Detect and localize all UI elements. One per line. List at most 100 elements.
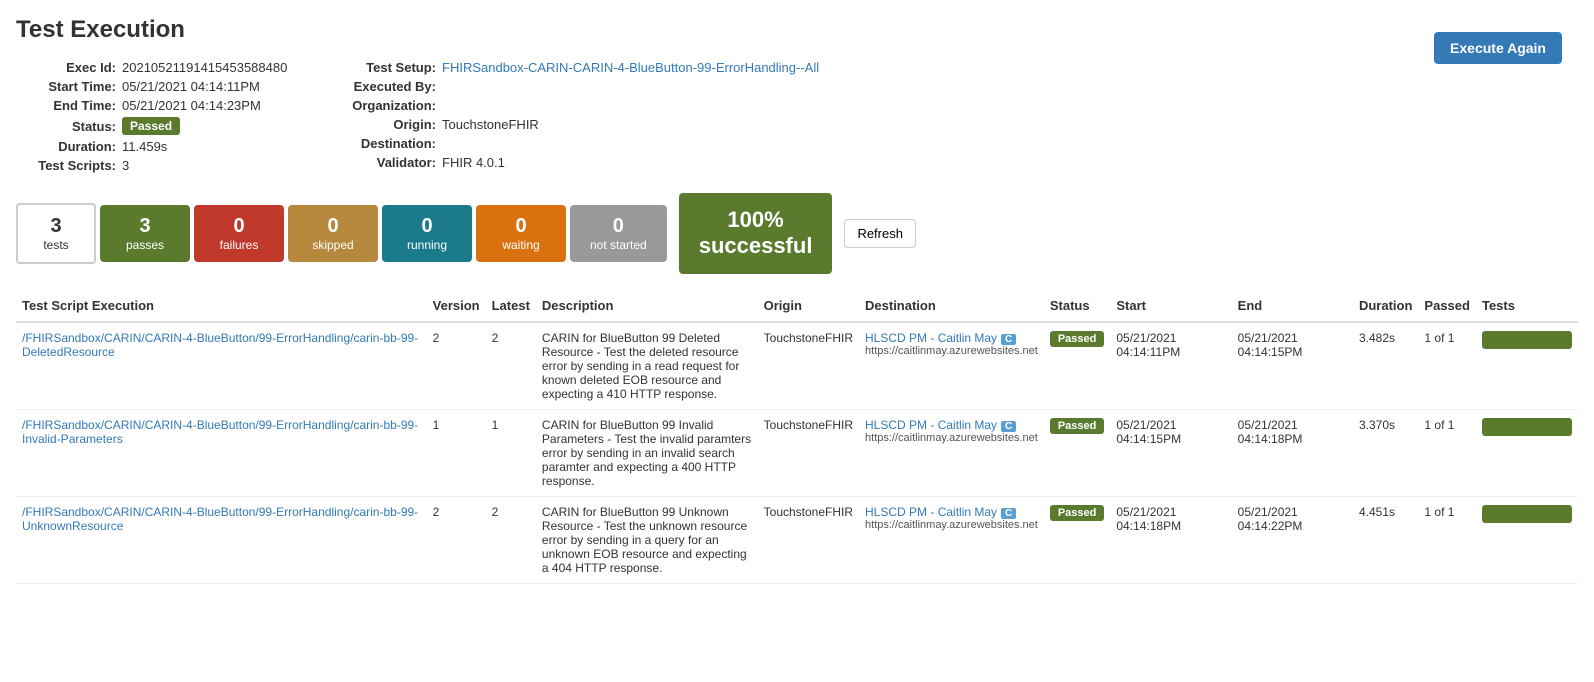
col-origin: Origin xyxy=(758,290,859,322)
total-tests-box: 3 tests xyxy=(16,203,96,264)
passed-cell: 1 of 1 xyxy=(1418,409,1476,496)
end-cell: 05/21/2021 04:14:15PM xyxy=(1232,322,1353,410)
version-cell: 2 xyxy=(427,322,486,410)
total-tests-num: 3 xyxy=(38,215,74,238)
col-status: Status xyxy=(1044,290,1111,322)
status-cell: Passed xyxy=(1044,409,1111,496)
destination-cell: HLSCD PM - Caitlin May Chttps://caitlinma… xyxy=(859,409,1044,496)
skipped-box: 0 skipped xyxy=(288,205,378,262)
destination-label: Destination: xyxy=(336,136,436,151)
col-start: Start xyxy=(1110,290,1231,322)
c-badge: C xyxy=(1001,508,1016,519)
failures-num: 0 xyxy=(214,215,264,238)
organization-label: Organization: xyxy=(336,98,436,113)
col-destination: Destination xyxy=(859,290,1044,322)
latest-cell: 2 xyxy=(486,496,536,583)
destination-link[interactable]: HLSCD PM - Caitlin May xyxy=(865,505,997,519)
version-cell: 1 xyxy=(427,409,486,496)
destination-url: https://caitlinmay.azurewebsites.net xyxy=(865,432,1038,444)
col-latest: Latest xyxy=(486,290,536,322)
c-badge: C xyxy=(1001,334,1016,345)
start-cell: 05/21/2021 04:14:15PM xyxy=(1110,409,1231,496)
status-badge: Passed xyxy=(1050,505,1105,521)
waiting-num: 0 xyxy=(496,215,546,238)
duration-label: Duration: xyxy=(16,139,116,154)
tests-cell xyxy=(1476,322,1578,410)
col-description: Description xyxy=(536,290,758,322)
running-num: 0 xyxy=(402,215,452,238)
progress-bar-fill xyxy=(1482,418,1572,436)
destination-link[interactable]: HLSCD PM - Caitlin May xyxy=(865,331,997,345)
table-row: /FHIRSandbox/CARIN/CARIN-4-BlueButton/99… xyxy=(16,496,1578,583)
exec-id-value: 20210521191415453588480 xyxy=(122,60,287,75)
origin-cell: TouchstoneFHIR xyxy=(758,496,859,583)
end-time-value: 05/21/2021 04:14:23PM xyxy=(122,98,261,113)
success-pct: 100% xyxy=(699,207,813,233)
table-header-row: Test Script Execution Version Latest Des… xyxy=(16,290,1578,322)
passed-cell: 1 of 1 xyxy=(1418,496,1476,583)
status-cell: Passed xyxy=(1044,496,1111,583)
duration-cell: 4.451s xyxy=(1353,496,1418,583)
status-cell: Passed xyxy=(1044,322,1111,410)
test-scripts-value: 3 xyxy=(122,158,129,173)
not-started-num: 0 xyxy=(590,215,647,238)
col-script: Test Script Execution xyxy=(16,290,427,322)
status-badge: Passed xyxy=(1050,331,1105,347)
meta-right-section: Test Setup: FHIRSandbox-CARIN-CARIN-4-Bl… xyxy=(336,60,819,173)
not-started-box: 0 not started xyxy=(570,205,667,262)
description-cell: CARIN for BlueButton 99 Unknown Resource… xyxy=(536,496,758,583)
origin-label: Origin: xyxy=(336,117,436,132)
destination-cell: HLSCD PM - Caitlin May Chttps://caitlinma… xyxy=(859,322,1044,410)
end-cell: 05/21/2021 04:14:18PM xyxy=(1232,409,1353,496)
destination-url: https://caitlinmay.azurewebsites.net xyxy=(865,345,1038,357)
destination-link[interactable]: HLSCD PM - Caitlin May xyxy=(865,418,997,432)
destination-url: https://caitlinmay.azurewebsites.net xyxy=(865,519,1038,531)
progress-bar-fill xyxy=(1482,505,1572,523)
success-label: successful xyxy=(699,233,813,259)
start-cell: 05/21/2021 04:14:18PM xyxy=(1110,496,1231,583)
running-box: 0 running xyxy=(382,205,472,262)
duration-value: 11.459s xyxy=(122,139,167,154)
executed-by-label: Executed By: xyxy=(336,79,436,94)
col-tests: Tests xyxy=(1476,290,1578,322)
passed-cell: 1 of 1 xyxy=(1418,322,1476,410)
skipped-num: 0 xyxy=(308,215,358,238)
progress-bar-container xyxy=(1482,331,1572,349)
duration-cell: 3.370s xyxy=(1353,409,1418,496)
tests-cell xyxy=(1476,496,1578,583)
execute-again-button[interactable]: Execute Again xyxy=(1434,32,1562,64)
refresh-button[interactable]: Refresh xyxy=(844,219,916,248)
page-title: Test Execution xyxy=(16,16,185,44)
validator-label: Validator: xyxy=(336,155,436,170)
waiting-label: waiting xyxy=(496,238,546,252)
start-cell: 05/21/2021 04:14:11PM xyxy=(1110,322,1231,410)
script-link[interactable]: /FHIRSandbox/CARIN/CARIN-4-BlueButton/99… xyxy=(22,418,418,446)
not-started-label: not started xyxy=(590,238,647,252)
total-tests-label: tests xyxy=(38,238,74,252)
table-row: /FHIRSandbox/CARIN/CARIN-4-BlueButton/99… xyxy=(16,409,1578,496)
latest-cell: 2 xyxy=(486,322,536,410)
success-box: 100% successful xyxy=(679,193,833,274)
skipped-label: skipped xyxy=(308,238,358,252)
end-time-label: End Time: xyxy=(16,98,116,113)
description-cell: CARIN for BlueButton 99 Deleted Resource… xyxy=(536,322,758,410)
col-version: Version xyxy=(427,290,486,322)
destination-cell: HLSCD PM - Caitlin May Chttps://caitlinma… xyxy=(859,496,1044,583)
col-end: End xyxy=(1232,290,1353,322)
failures-label: failures xyxy=(214,238,264,252)
failures-box: 0 failures xyxy=(194,205,284,262)
description-cell: CARIN for BlueButton 99 Invalid Paramete… xyxy=(536,409,758,496)
test-scripts-table: Test Script Execution Version Latest Des… xyxy=(16,290,1578,584)
latest-cell: 1 xyxy=(486,409,536,496)
test-setup-link[interactable]: FHIRSandbox-CARIN-CARIN-4-BlueButton-99-… xyxy=(442,60,819,75)
waiting-box: 0 waiting xyxy=(476,205,566,262)
c-badge: C xyxy=(1001,421,1016,432)
table-row: /FHIRSandbox/CARIN/CARIN-4-BlueButton/99… xyxy=(16,322,1578,410)
status-badge: Passed xyxy=(122,117,180,135)
stats-bar: 3 tests 3 passes 0 failures 0 skipped 0 … xyxy=(16,193,1578,274)
origin-value: TouchstoneFHIR xyxy=(442,117,539,132)
script-link[interactable]: /FHIRSandbox/CARIN/CARIN-4-BlueButton/99… xyxy=(22,505,418,533)
script-link[interactable]: /FHIRSandbox/CARIN/CARIN-4-BlueButton/99… xyxy=(22,331,418,359)
tests-cell xyxy=(1476,409,1578,496)
passes-label: passes xyxy=(120,238,170,252)
